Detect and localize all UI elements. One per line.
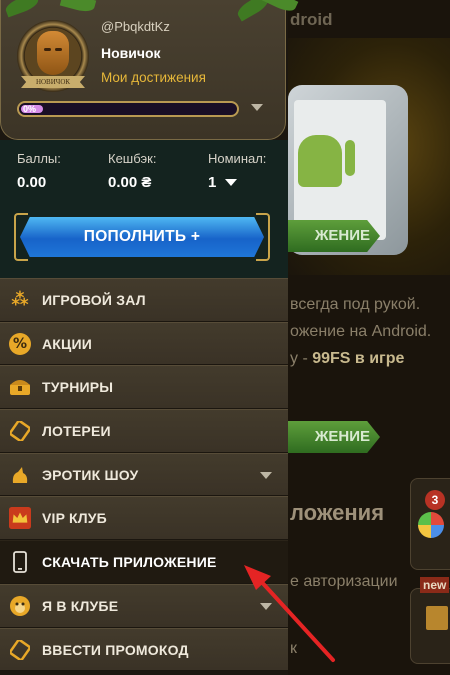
slots-icon: ⁂ [11,289,29,310]
chevron-down-icon[interactable] [251,104,263,111]
smartphone-icon [9,551,31,574]
rank-ribbon: НОВИЧОК [21,76,85,88]
deposit-button[interactable]: ПОПОЛНИТЬ + [20,217,264,257]
side-drawer: НОВИЧОК @PbqkdtKz Новичок Мои достижения… [0,0,299,675]
achievements-link[interactable]: Мои достижения [101,70,206,85]
username: @PbqkdtKz [101,19,170,34]
mask-eye [55,48,62,51]
menu-item-label: СКАЧАТЬ ПРИЛОЖЕНИЕ [42,554,217,571]
menu-item-lotteries[interactable]: ЛОТЕРЕИ [0,409,288,453]
section-heading: ложения [290,500,385,525]
menu-item-label: VIP КЛУБ [42,510,107,527]
download-app-button-secondary[interactable]: ЖЕНИЕ [288,421,380,453]
progress-label: 0% [23,104,37,114]
nominal-label: Номинал: [208,151,267,166]
promo-text-line: ожение на Android. [290,323,432,340]
erotic-show-icon [9,464,31,486]
chevron-down-icon [260,471,272,479]
android-logo-arm [345,140,355,176]
background-page-title: droid [290,10,333,29]
menu-item-label: ТУРНИРЫ [42,379,114,396]
auth-text-line: е авторизации [290,573,398,590]
menu-item-erotic-show[interactable]: ЭРОТИК ШОУ [0,452,288,497]
points-value: 0.00 [17,174,47,191]
new-badge: new [420,577,450,593]
promo-text-line: у - 99FS в игре [290,350,405,367]
points-label: Баллы: [17,151,61,166]
ticket-icon [9,420,31,442]
tribal-mask-icon [37,31,69,75]
promo-text-line: всегда под рукой. [290,296,421,313]
treasure-chest-icon [9,376,31,398]
chevron-down-icon[interactable] [225,179,237,186]
menu-item-label: ИГРОВОЙ ЗАЛ [42,292,146,308]
text-line: к [290,640,297,657]
menu-item-game-hall[interactable]: ⁂ ИГРОВОЙ ЗАЛ [0,278,288,322]
mask-eye [44,48,51,51]
download-app-button[interactable]: ЖЕНИЕ [288,220,380,252]
cashback-label: Кешбэк: [108,151,157,166]
crown-icon [9,507,31,530]
menu-item-label: ЭРОТИК ШОУ [42,466,139,483]
promo-ticket-icon [9,639,31,661]
gift-icon [426,606,448,630]
cashback-value: 0.00 ₴ [108,174,152,191]
deposit-button-wrapper: ПОПОЛНИТЬ + [14,213,270,261]
fortune-wheel-icon [418,512,444,538]
main-menu: ⁂ ИГРОВОЙ ЗАЛ % АКЦИИ ТУРНИРЫ ЛОТЕРЕИ ЭР… [0,278,288,672]
menu-item-tournaments[interactable]: ТУРНИРЫ [0,365,288,410]
monkey-icon [9,595,31,617]
menu-item-in-club[interactable]: Я В КЛУБЕ [0,583,288,628]
level-progress-bar: 0% [17,101,239,117]
menu-item-label: Я В КЛУБЕ [42,597,119,614]
android-logo-icon [298,135,342,187]
nominal-select[interactable]: 1 [208,174,216,191]
menu-item-vip-club[interactable]: VIP КЛУБ [0,496,288,541]
profile-card: НОВИЧОК @PbqkdtKz Новичок Мои достижения… [0,0,299,140]
menu-item-label: ВВЕСТИ ПРОМОКОД [42,641,189,658]
rank-title: Новичок [101,45,161,61]
chevron-down-icon [260,602,272,610]
menu-item-promotions[interactable]: % АКЦИИ [0,321,288,366]
menu-item-label: АКЦИИ [42,335,93,352]
menu-item-promo-code[interactable]: ВВЕСТИ ПРОМОКОД [0,627,288,672]
menu-item-download-app[interactable]: СКАЧАТЬ ПРИЛОЖЕНИЕ [0,540,288,584]
menu-item-label: ЛОТЕРЕИ [42,423,111,440]
notification-badge: 3 [425,490,445,510]
percent-icon: % [9,332,31,355]
